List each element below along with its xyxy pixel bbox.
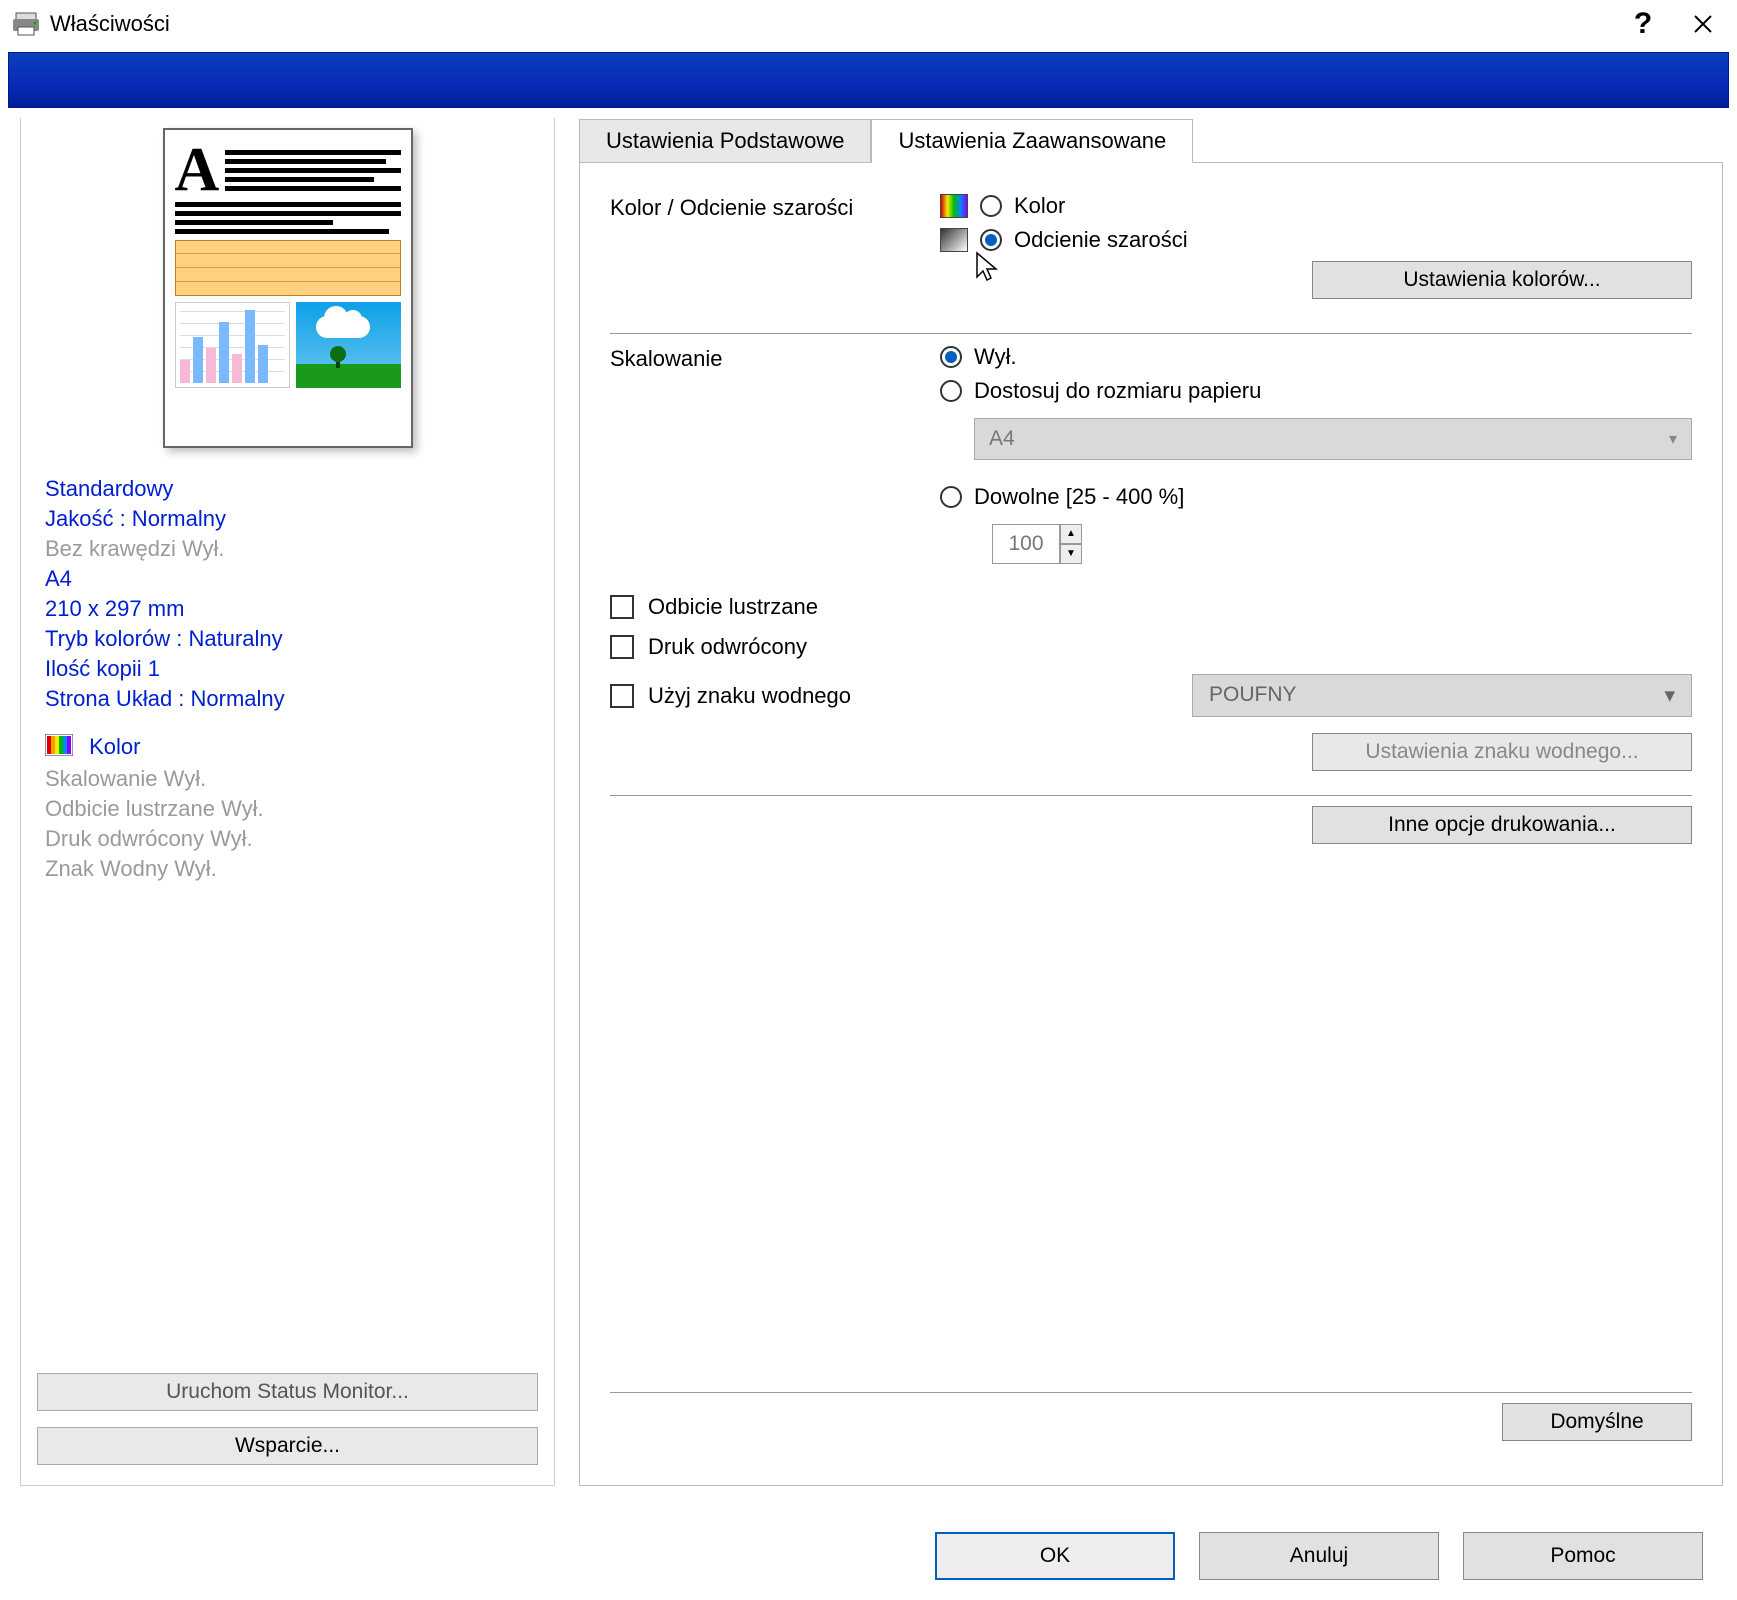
summary-mirror: Odbicie lustrzane Wył. [45,796,530,822]
color-swatch-icon [940,194,968,218]
page-preview: A [163,128,413,448]
summary-watermark: Znak Wodny Wył. [45,856,530,882]
summary-layout: Strona Układ : Normalny [45,686,530,712]
radio-scaling-fit-label: Dostosuj do rozmiaru papieru [974,378,1261,404]
radio-grayscale[interactable] [980,229,1002,251]
radio-scaling-custom[interactable] [940,486,962,508]
checkbox-reverse[interactable] [610,635,634,659]
summary-scaling: Skalowanie Wył. [45,766,530,792]
tab-basic[interactable]: Ustawienia Podstawowe [579,119,871,163]
window-title: Właściwości [50,11,1613,37]
fit-paper-size-combo[interactable]: A4 ▾ [974,418,1692,460]
defaults-button[interactable]: Domyślne [1502,1403,1692,1441]
radio-grayscale-label: Odcienie szarości [1014,227,1188,253]
summary-reverse: Druk odwrócony Wył. [45,826,530,852]
fit-paper-size-value: A4 [989,427,1015,451]
radio-scaling-off-label: Wył. [974,344,1017,370]
support-button[interactable]: Wsparcie... [37,1427,538,1465]
summary-copies: Ilość kopii 1 [45,656,530,682]
summary-dimensions: 210 x 297 mm [45,596,530,622]
cursor-icon [974,251,1002,289]
color-swatch-icon [45,734,73,762]
titlebar: Właściwości ? [0,0,1737,48]
watermark-combo-value: POUFNY [1209,683,1297,708]
color-grayscale-label: Kolor / Odcienie szarości [610,193,940,221]
brand-banner [8,52,1729,108]
help-button[interactable]: ? [1613,0,1673,48]
right-panel: Ustawienia Podstawowe Ustawienia Zaawans… [579,118,1723,1486]
cancel-button[interactable]: Anuluj [1199,1532,1439,1580]
other-print-options-button[interactable]: Inne opcje drukowania... [1312,806,1692,844]
summary-paper-type: Standardowy [45,476,530,502]
checkbox-mirror[interactable] [610,595,634,619]
separator [610,795,1692,796]
summary-borderless: Bez krawędzi Wył. [45,536,530,562]
tab-bar: Ustawienia Podstawowe Ustawienia Zaawans… [579,118,1723,162]
close-button[interactable] [1673,0,1733,48]
checkbox-watermark-label: Użyj znaku wodnego [648,683,851,709]
custom-scale-spinner: ▲ ▼ [992,524,1692,564]
chevron-down-icon: ▾ [1669,429,1677,449]
help-footer-button[interactable]: Pomoc [1463,1532,1703,1580]
custom-scale-input[interactable] [992,524,1060,564]
separator [610,1392,1692,1393]
watermark-settings-button[interactable]: Ustawienia znaku wodnego... [1312,733,1692,771]
radio-color[interactable] [980,195,1002,217]
summary-quality: Jakość : Normalny [45,506,530,532]
checkbox-reverse-label: Druk odwrócony [648,634,807,660]
checkbox-mirror-label: Odbicie lustrzane [648,594,818,620]
summary-paper-size: A4 [45,566,530,592]
chevron-down-icon: ▾ [1664,683,1675,708]
dialog-footer: OK Anuluj Pomoc [0,1512,1723,1580]
summary-color-mode: Tryb kolorów : Naturalny [45,626,530,652]
separator [610,333,1692,334]
grayscale-swatch-icon [940,228,968,252]
radio-color-label: Kolor [1014,193,1065,219]
left-preview-panel: A [20,118,555,1486]
status-monitor-button[interactable]: Uruchom Status Monitor... [37,1373,538,1411]
radio-scaling-custom-label: Dowolne [25 - 400 %] [974,484,1184,510]
color-settings-button[interactable]: Ustawienia kolorów... [1312,261,1692,299]
tab-content-advanced: Kolor / Odcienie szarości Kolor Odcienie… [579,162,1723,1486]
spinner-down[interactable]: ▼ [1060,544,1082,564]
spinner-up[interactable]: ▲ [1060,524,1082,544]
scaling-label: Skalowanie [610,344,940,372]
summary-color: Kolor [45,734,530,762]
watermark-combo[interactable]: POUFNY ▾ [1192,674,1692,717]
printer-icon [12,11,40,37]
radio-scaling-fit[interactable] [940,380,962,402]
checkbox-watermark[interactable] [610,684,634,708]
tab-advanced[interactable]: Ustawienia Zaawansowane [871,119,1193,163]
radio-scaling-off[interactable] [940,346,962,368]
ok-button[interactable]: OK [935,1532,1175,1580]
settings-summary-list: Standardowy Jakość : Normalny Bez krawęd… [21,476,554,882]
